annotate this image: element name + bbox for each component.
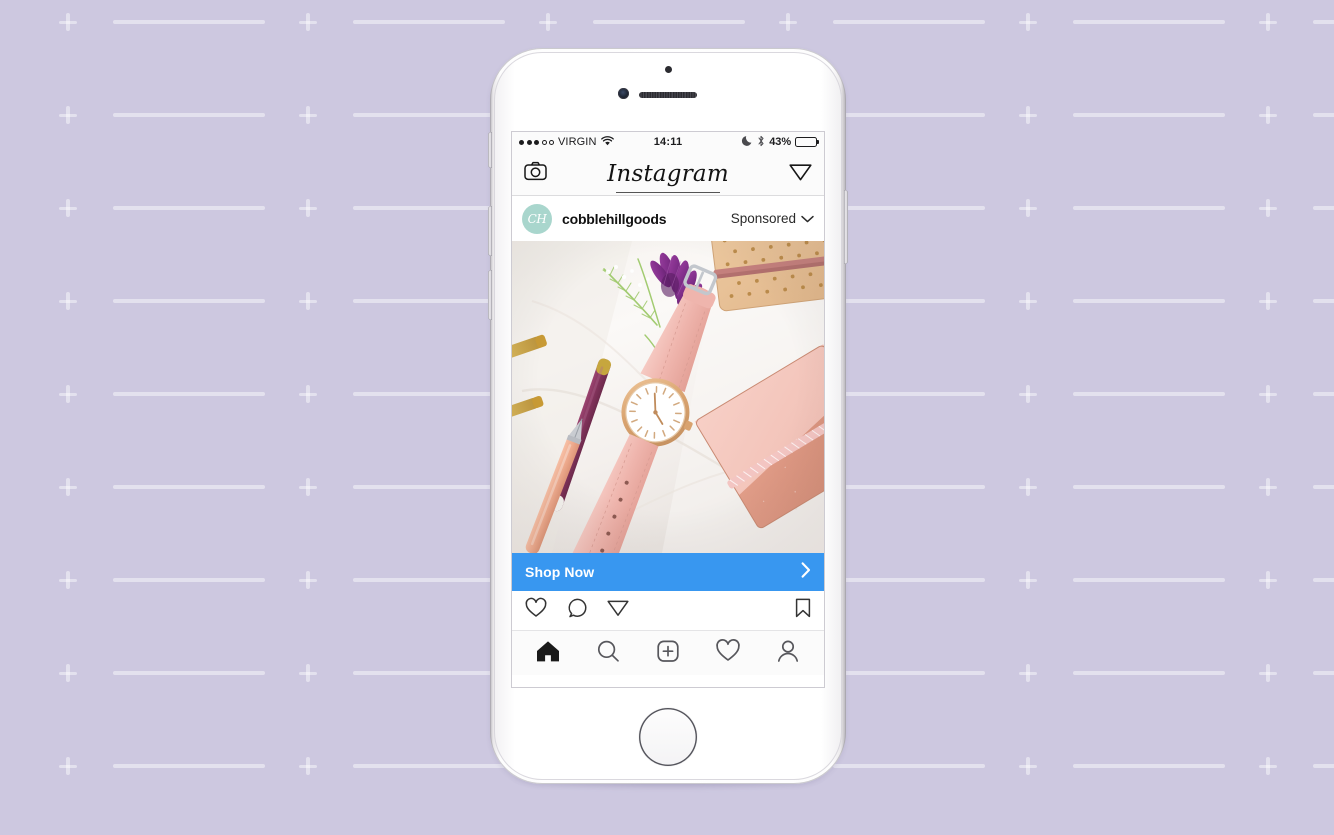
- dash-mark: [833, 578, 985, 582]
- dash-mark: [113, 578, 265, 582]
- status-bar-right: 43%: [682, 135, 817, 150]
- account-name[interactable]: cobblehillgoods: [562, 211, 721, 227]
- dash-mark: [833, 671, 985, 675]
- dash-mark: [353, 299, 505, 303]
- dash-mark: [113, 392, 265, 396]
- dash-mark: [353, 671, 505, 675]
- tab-home[interactable]: [535, 639, 561, 668]
- signal-strength-icon: [519, 139, 554, 145]
- carrier-name: VIRGIN: [558, 136, 597, 148]
- dash-mark: [1073, 764, 1225, 768]
- dash-mark: [1313, 485, 1334, 489]
- status-bar-left: VIRGIN: [519, 135, 654, 149]
- dash-mark: [353, 20, 505, 24]
- dash-mark: [353, 113, 505, 117]
- post-action-row: [512, 591, 824, 631]
- tab-bar: [512, 631, 824, 675]
- dash-mark: [593, 20, 745, 24]
- battery-icon: [795, 137, 817, 147]
- dash-mark: [833, 113, 985, 117]
- dash-mark: [833, 392, 985, 396]
- dash-mark: [833, 299, 985, 303]
- dash-mark: [1073, 206, 1225, 210]
- dash-mark: [113, 764, 265, 768]
- status-bar: VIRGIN 14:11 43%: [512, 132, 824, 152]
- tab-activity[interactable]: [715, 638, 741, 668]
- dash-mark: [1313, 206, 1334, 210]
- phone-screen: VIRGIN 14:11 43% Instagram CH cobblehill…: [512, 132, 824, 687]
- dash-mark: [1313, 671, 1334, 675]
- camera-icon[interactable]: [524, 161, 547, 186]
- dash-mark: [1073, 671, 1225, 675]
- dash-mark: [833, 485, 985, 489]
- dash-mark: [833, 20, 985, 24]
- post-header: CH cobblehillgoods Sponsored: [512, 196, 824, 241]
- app-navbar: Instagram: [512, 152, 824, 196]
- dash-mark: [1073, 578, 1225, 582]
- dash-mark: [1313, 392, 1334, 396]
- tab-search[interactable]: [595, 639, 621, 668]
- chevron-down-icon: [801, 211, 814, 226]
- dash-mark: [113, 20, 265, 24]
- chevron-right-icon: [801, 561, 811, 583]
- battery-percent: 43%: [769, 136, 791, 148]
- wifi-icon: [600, 135, 614, 149]
- post-photo[interactable]: [512, 241, 824, 553]
- bluetooth-icon: [757, 135, 765, 150]
- dash-mark: [1073, 485, 1225, 489]
- moon-icon: [742, 135, 753, 149]
- dash-mark: [353, 764, 505, 768]
- home-button[interactable]: [639, 708, 697, 766]
- instagram-wordmark: Instagram: [607, 160, 729, 187]
- dash-mark: [353, 578, 505, 582]
- tab-profile[interactable]: [775, 639, 801, 668]
- sponsored-menu[interactable]: Sponsored: [731, 211, 814, 226]
- status-bar-clock: 14:11: [653, 136, 683, 148]
- dash-mark: [353, 206, 505, 210]
- dash-mark: [1313, 764, 1334, 768]
- mute-switch[interactable]: [488, 132, 492, 168]
- dash-mark: [1313, 20, 1334, 24]
- front-camera-icon: [618, 88, 629, 99]
- dash-mark: [113, 485, 265, 489]
- volume-down-button[interactable]: [488, 270, 492, 320]
- wordmark-underline: [616, 191, 720, 193]
- shop-now-cta[interactable]: Shop Now: [512, 553, 824, 591]
- phone-mockup: VIRGIN 14:11 43% Instagram CH cobblehill…: [488, 48, 848, 790]
- paper-plane-icon[interactable]: [789, 161, 812, 187]
- dash-mark: [833, 764, 985, 768]
- dash-mark: [353, 485, 505, 489]
- dash-mark: [833, 206, 985, 210]
- dash-mark: [113, 113, 265, 117]
- tab-new-post[interactable]: [655, 639, 681, 668]
- proximity-sensor-icon: [664, 66, 672, 73]
- avatar[interactable]: CH: [522, 203, 552, 234]
- bookmark-icon[interactable]: [795, 598, 811, 623]
- dash-mark: [113, 299, 265, 303]
- dash-mark: [1313, 113, 1334, 117]
- share-icon[interactable]: [607, 598, 629, 623]
- dash-mark: [353, 392, 505, 396]
- dash-mark: [1313, 578, 1334, 582]
- dash-mark: [113, 206, 265, 210]
- heart-icon[interactable]: [525, 597, 547, 623]
- comment-icon[interactable]: [567, 598, 587, 623]
- dash-mark: [1073, 113, 1225, 117]
- dash-mark: [1313, 299, 1334, 303]
- power-button[interactable]: [844, 190, 848, 264]
- dash-mark: [1073, 299, 1225, 303]
- cta-label: Shop Now: [525, 564, 595, 580]
- dash-mark: [113, 671, 265, 675]
- volume-up-button[interactable]: [488, 206, 492, 256]
- dash-mark: [1073, 392, 1225, 396]
- sponsored-text: Sponsored: [730, 211, 796, 226]
- earpiece-speaker: [639, 92, 697, 98]
- phone-body: VIRGIN 14:11 43% Instagram CH cobblehill…: [488, 48, 848, 784]
- dash-mark: [1073, 20, 1225, 24]
